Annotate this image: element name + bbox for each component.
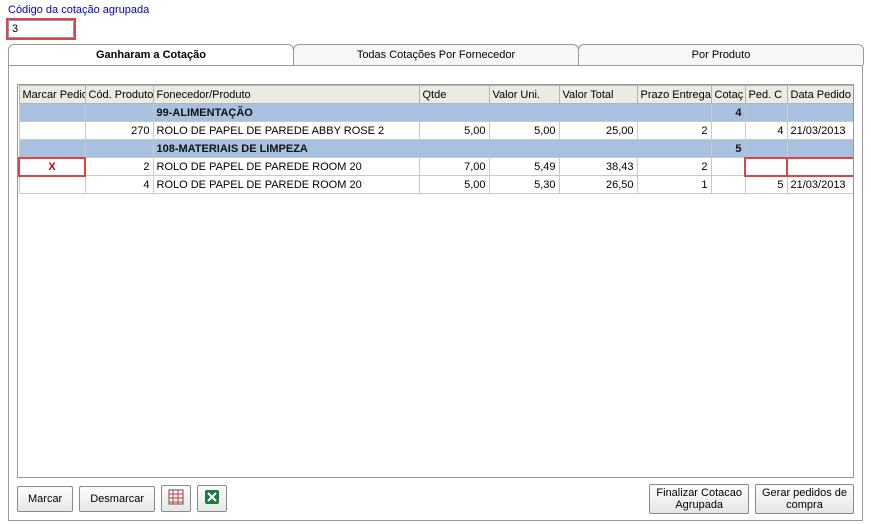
- grid-header-row: Marcar Pedido Cód. Produto Fonecedor/Pro…: [19, 86, 854, 104]
- cell-data: 21/03/2013: [787, 122, 854, 140]
- desmarcar-button[interactable]: Desmarcar: [79, 486, 155, 512]
- cell-pedc: [745, 158, 787, 176]
- codigo-input[interactable]: [8, 20, 74, 38]
- cell-mark[interactable]: [19, 122, 85, 140]
- col-header-vtot[interactable]: Valor Total: [559, 86, 637, 104]
- cell-vuni: 5,49: [489, 158, 559, 176]
- col-header-cotac[interactable]: Cotaç: [711, 86, 745, 104]
- cell-prazo: 1: [637, 176, 711, 194]
- col-header-cod[interactable]: Cód. Produto: [85, 86, 153, 104]
- field-label-codigo: Código da cotação agrupada: [0, 0, 871, 18]
- grid-container: Marcar Pedido Cód. Produto Fonecedor/Pro…: [17, 84, 854, 478]
- tab-panel: Marcar Pedido Cód. Produto Fonecedor/Pro…: [8, 65, 863, 521]
- table-row[interactable]: 4ROLO DE PAPEL DE PAREDE ROOM 205,005,30…: [19, 176, 854, 194]
- group-cotac: 4: [711, 104, 745, 122]
- table-row[interactable]: X2ROLO DE PAPEL DE PAREDE ROOM 207,005,4…: [19, 158, 854, 176]
- cell-qtde: 7,00: [419, 158, 489, 176]
- cell-vuni: 5,30: [489, 176, 559, 194]
- finalizar-button[interactable]: Finalizar Cotacao Agrupada: [649, 484, 749, 514]
- export-excel-button[interactable]: [197, 485, 227, 512]
- group-title: 108-MATERIAIS DE LIMPEZA: [153, 140, 711, 158]
- cell-vuni: 5,00: [489, 122, 559, 140]
- col-header-data[interactable]: Data Pedido: [787, 86, 854, 104]
- group-cotac: 5: [711, 140, 745, 158]
- data-grid[interactable]: Marcar Pedido Cód. Produto Fonecedor/Pro…: [18, 85, 854, 194]
- cell-prazo: 2: [637, 158, 711, 176]
- group-row: 99-ALIMENTAÇÃO4: [19, 104, 854, 122]
- col-header-desc[interactable]: Fonecedor/Produto: [153, 86, 419, 104]
- cell-cod: 2: [85, 158, 153, 176]
- table-row[interactable]: 270ROLO DE PAPEL DE PAREDE ABBY ROSE 25,…: [19, 122, 854, 140]
- cell-desc: ROLO DE PAPEL DE PAREDE ROOM 20: [153, 176, 419, 194]
- cell-cotac: [711, 176, 745, 194]
- cell-data: [787, 158, 854, 176]
- cell-desc: ROLO DE PAPEL DE PAREDE ABBY ROSE 2: [153, 122, 419, 140]
- bottom-toolbar: Marcar Desmarcar Finalizar Cotacao Agrup…: [17, 484, 854, 514]
- cell-cod: 270: [85, 122, 153, 140]
- marcar-button[interactable]: Marcar: [17, 486, 73, 512]
- cell-prazo: 2: [637, 122, 711, 140]
- grid-options-button[interactable]: [161, 485, 191, 512]
- group-row: 108-MATERIAIS DE LIMPEZA5: [19, 140, 854, 158]
- cell-desc: ROLO DE PAPEL DE PAREDE ROOM 20: [153, 158, 419, 176]
- cell-data: 21/03/2013: [787, 176, 854, 194]
- cell-mark[interactable]: [19, 176, 85, 194]
- excel-icon: [204, 489, 220, 508]
- cell-qtde: 5,00: [419, 176, 489, 194]
- cell-pedc: 5: [745, 176, 787, 194]
- cell-mark[interactable]: X: [19, 158, 85, 176]
- col-header-qtde[interactable]: Qtde: [419, 86, 489, 104]
- col-header-marcar[interactable]: Marcar Pedido: [19, 86, 85, 104]
- grid-icon: [168, 489, 184, 508]
- cell-vtot: 25,00: [559, 122, 637, 140]
- gerar-pedidos-button[interactable]: Gerar pedidos de compra: [755, 484, 854, 514]
- tab-por-produto[interactable]: Por Produto: [578, 44, 864, 65]
- group-title: 99-ALIMENTAÇÃO: [153, 104, 711, 122]
- tab-strip: Ganharam a Cotação Todas Cotações Por Fo…: [8, 44, 863, 65]
- cell-cotac: [711, 158, 745, 176]
- cell-cotac: [711, 122, 745, 140]
- cell-qtde: 5,00: [419, 122, 489, 140]
- cell-vtot: 38,43: [559, 158, 637, 176]
- tab-ganharam[interactable]: Ganharam a Cotação: [8, 44, 294, 65]
- field-input-highlight: [6, 18, 76, 40]
- col-header-pedc[interactable]: Ped. C: [745, 86, 787, 104]
- col-header-vuni[interactable]: Valor Uni.: [489, 86, 559, 104]
- cell-vtot: 26,50: [559, 176, 637, 194]
- tab-todas[interactable]: Todas Cotações Por Fornecedor: [293, 44, 579, 65]
- col-header-prazo[interactable]: Prazo Entrega: [637, 86, 711, 104]
- cell-pedc: 4: [745, 122, 787, 140]
- cell-cod: 4: [85, 176, 153, 194]
